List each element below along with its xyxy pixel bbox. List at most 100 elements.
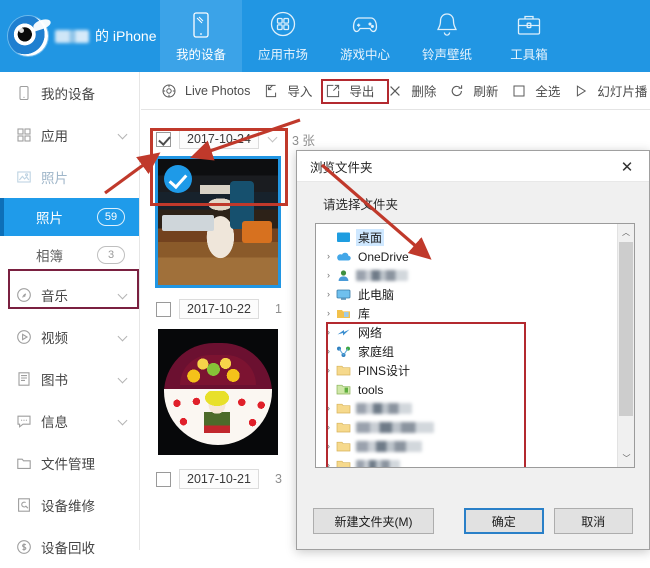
device-selector[interactable]: 的 iPhone▾ (55, 26, 166, 46)
toolbar-live-photos[interactable]: Live Photos (155, 80, 257, 102)
appstore-icon (268, 10, 298, 40)
sidebar-subitem-label: 照片 (36, 211, 63, 226)
dialog-button-row: 新建文件夹(M) 确定 取消 (297, 493, 649, 549)
tree-item-label: OneDrive (358, 249, 409, 264)
folder-tree-container: 桌面 › OneDrive › › 此电脑 › 库 › 网络 › 家庭组 › P… (315, 223, 635, 468)
tree-expander[interactable]: › (322, 342, 335, 361)
tab-app-market[interactable]: 应用市场 (242, 0, 324, 72)
sidebar-item-file-manager[interactable]: 文件管理 (0, 442, 139, 484)
brand-area[interactable]: 的 iPhone▾ (0, 0, 166, 72)
tab-game-center[interactable]: 游戏中心 (324, 0, 406, 72)
tree-item-network[interactable]: › 网络 (320, 323, 617, 342)
tree-item-label-blurred (356, 441, 422, 452)
tree-item-folder-blurred[interactable]: › (320, 437, 617, 456)
i4tools-eye-logo (8, 16, 48, 56)
toolbox-icon (514, 10, 544, 40)
toolbar-select-all[interactable]: 全选 (505, 77, 567, 104)
sidebar-subitem-photos[interactable]: 照片 59 (0, 198, 139, 236)
sidebar-subitem-albums[interactable]: 相簿 3 (0, 236, 139, 274)
tree-expander[interactable]: › (322, 437, 335, 456)
toolbar-label: 导入 (287, 85, 313, 99)
device-icon (186, 10, 216, 40)
tree-item-label-blurred (356, 422, 434, 433)
scroll-up-icon[interactable]: ︿ (618, 224, 634, 241)
chevron-down-icon (117, 289, 128, 300)
toolbar-label: 全选 (535, 85, 561, 99)
tree-expander[interactable]: › (322, 266, 335, 285)
sidebar-item-device-repair[interactable]: 设备维修 (0, 484, 139, 526)
tree-item-library[interactable]: › 库 (320, 304, 617, 323)
sidebar-item-my-device[interactable]: 我的设备 (0, 72, 139, 114)
sidebar-item-books[interactable]: 图书 (0, 358, 139, 400)
message-icon (16, 413, 32, 429)
sidebar-item-music[interactable]: 音乐 (0, 274, 139, 316)
tree-item-homegroup[interactable]: › 家庭组 (320, 342, 617, 361)
sidebar-item-device-recycle[interactable]: 设备回收 (0, 526, 139, 568)
sidebar-item-apps[interactable]: 应用 (0, 114, 139, 156)
tree-item-onedrive[interactable]: › OneDrive (320, 247, 617, 266)
cancel-button[interactable]: 取消 (553, 508, 633, 534)
ok-button[interactable]: 确定 (464, 508, 544, 534)
tree-expander[interactable]: › (322, 323, 335, 342)
image-icon (16, 169, 32, 185)
tree-item-folder-blurred[interactable]: › (320, 399, 617, 418)
close-icon[interactable]: ✕ (605, 151, 649, 182)
toolbar-delete[interactable]: 删除 (381, 77, 443, 104)
toolbar-export[interactable]: 导出 (319, 77, 381, 104)
group-checkbox[interactable] (156, 471, 171, 487)
tab-my-device[interactable]: 我的设备 (160, 0, 242, 72)
tree-expander[interactable]: › (322, 304, 335, 323)
tree-item-folder-blurred[interactable]: › (320, 456, 617, 467)
tab-label: 应用市场 (257, 47, 308, 62)
folder-tree[interactable]: 桌面 › OneDrive › › 此电脑 › 库 › 网络 › 家庭组 › P… (316, 224, 617, 467)
photo-thumbnail[interactable] (158, 329, 278, 455)
tree-expander[interactable]: › (322, 361, 335, 380)
photo-group-header: 2017-10-24 3 张 (141, 125, 650, 153)
device-owner-blurred (55, 29, 89, 43)
photo-detail (162, 215, 214, 231)
selectall-icon (512, 84, 526, 98)
dialog-titlebar: 浏览文件夹 ✕ (297, 151, 649, 182)
tree-item-pins-design[interactable]: › PINS设计 (320, 361, 617, 380)
tab-label: 我的设备 (175, 47, 226, 62)
selection-marker (0, 198, 4, 236)
tree-item-this-pc[interactable]: › 此电脑 (320, 285, 617, 304)
scrollbar-thumb[interactable] (619, 242, 633, 416)
scroll-down-icon[interactable]: ﹀ (618, 450, 634, 467)
tab-toolbox[interactable]: 工具箱 (488, 0, 570, 72)
sidebar-item-label: 设备维修 (41, 499, 95, 514)
sidebar-item-video[interactable]: 视频 (0, 316, 139, 358)
sidebar-item-label: 信息 (41, 415, 68, 430)
toolbar-label: 刷新 (473, 85, 499, 99)
group-checkbox[interactable] (156, 131, 171, 147)
library-icon (335, 306, 352, 321)
chevron-down-icon[interactable] (267, 132, 278, 143)
folder-icon (335, 458, 352, 467)
photo-thumbnail[interactable] (158, 159, 278, 285)
tree-item-user[interactable]: › (320, 266, 617, 285)
group-checkbox[interactable] (156, 301, 171, 317)
tab-label: 工具箱 (510, 47, 548, 62)
sidebar-item-label: 音乐 (41, 289, 68, 304)
photo-selected-check-icon[interactable] (164, 165, 192, 193)
new-folder-button[interactable]: 新建文件夹(M) (313, 508, 434, 534)
tree-expander[interactable]: › (322, 418, 335, 437)
toolbar-import[interactable]: 导入 (257, 77, 319, 104)
tree-item-label: 家庭组 (358, 345, 395, 359)
tree-expander[interactable]: › (322, 399, 335, 418)
tree-item-desktop[interactable]: 桌面 (320, 228, 617, 247)
folder-icon (335, 401, 352, 416)
sidebar-item-photos[interactable]: 照片 (0, 156, 139, 198)
tree-expander[interactable]: › (322, 285, 335, 304)
toolbar-slideshow[interactable]: 幻灯片播 (567, 77, 650, 104)
photo-detail (204, 391, 230, 439)
tree-scrollbar[interactable]: ︿ ﹀ (617, 224, 634, 467)
tree-item-folder-blurred[interactable]: › (320, 418, 617, 437)
group-count-label: 3 (274, 472, 282, 486)
toolbar-refresh[interactable]: 刷新 (443, 77, 505, 104)
tree-expander[interactable]: › (322, 456, 335, 467)
tree-expander[interactable]: › (322, 247, 335, 266)
sidebar-item-messages[interactable]: 信息 (0, 400, 139, 442)
tree-item-tools[interactable]: tools (320, 380, 617, 399)
tab-ringtone-wallpaper[interactable]: 铃声壁纸 (406, 0, 488, 72)
